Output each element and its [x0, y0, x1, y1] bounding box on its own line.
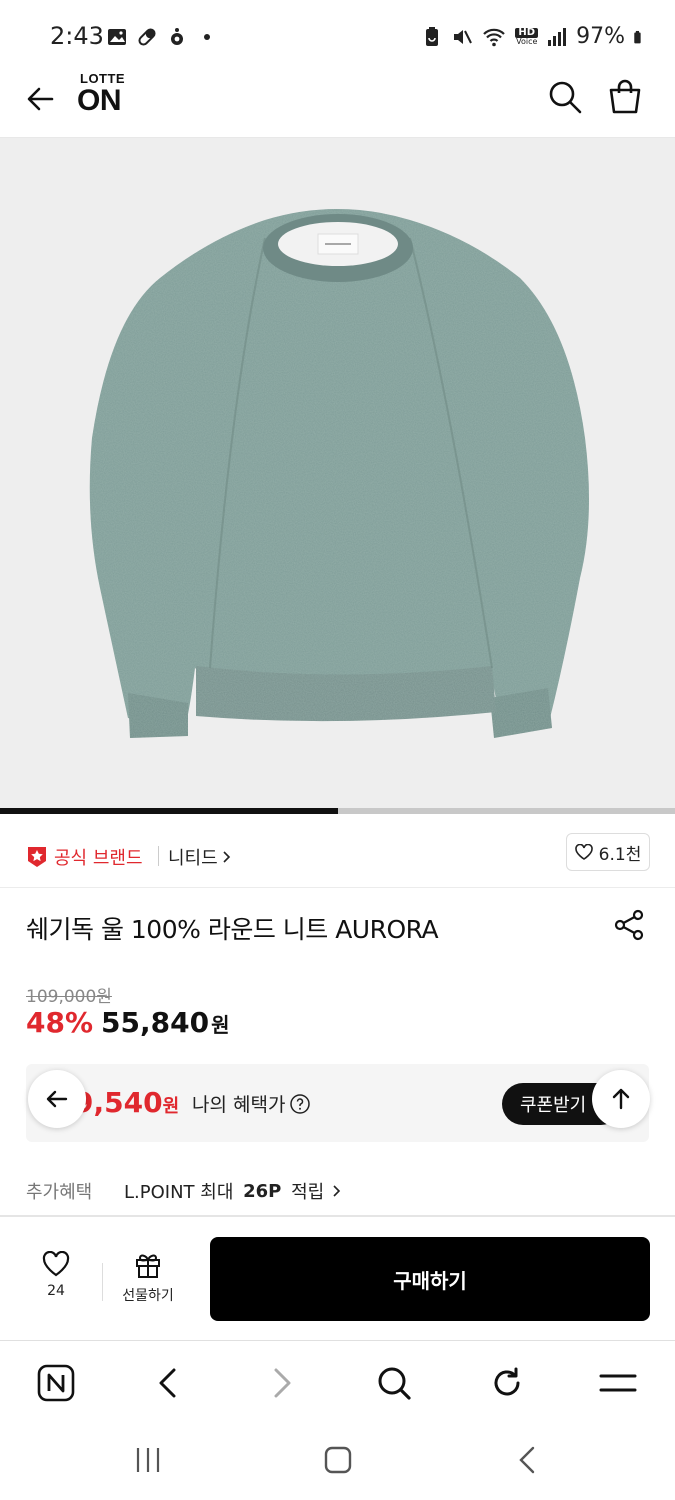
browser-toolbar [0, 1340, 675, 1424]
battery-icon [634, 30, 641, 43]
benefit-price: 9,540원 [74, 1086, 180, 1119]
system-back-icon[interactable] [512, 1444, 544, 1476]
official-star-icon [28, 847, 46, 867]
status-time: 2:43 [50, 22, 104, 50]
sweater-image [89, 209, 589, 738]
sale-price-unit: 원 [211, 1013, 230, 1037]
brand-like-button[interactable]: 6.1천 [566, 833, 650, 871]
browser-forward-icon[interactable] [262, 1363, 302, 1403]
app-header: LOTTE ON [0, 72, 675, 138]
purchase-bar: 24 선물하기 구매하기 [0, 1216, 675, 1340]
extra-benefit-label: 추가혜택 [26, 1182, 93, 1203]
chevron-right-icon [223, 851, 230, 863]
brand-link[interactable]: 니티드 [168, 844, 232, 870]
wishlist-count: 24 [47, 1283, 65, 1299]
gift-button[interactable]: 선물하기 [112, 1251, 184, 1311]
buy-button[interactable]: 구매하기 [210, 1237, 650, 1321]
extra-benefit-value: L.POINT 최대 26P 적립 [124, 1178, 342, 1204]
browser-back-icon[interactable] [148, 1363, 188, 1403]
brand-row: 공식 브랜드 니티드 6.1천 [0, 830, 675, 888]
heart-icon [42, 1250, 70, 1277]
home-icon[interactable] [322, 1444, 354, 1476]
brand-like-count: 6.1천 [598, 844, 642, 865]
benefit-box: 9,540원 나의 혜택가 쿠폰받기 [26, 1064, 649, 1142]
image-progress-bar [0, 808, 675, 814]
brand-name: 니티드 [168, 848, 218, 869]
back-arrow-icon[interactable] [22, 80, 60, 118]
pill-icon [138, 28, 156, 46]
official-brand-badge[interactable]: 공식 브랜드 [26, 844, 143, 870]
chevron-right-icon [333, 1185, 341, 1197]
battery-saver-icon [426, 26, 439, 46]
product-image[interactable] [0, 138, 675, 808]
shopping-bag-icon[interactable] [606, 78, 644, 116]
share-icon[interactable] [612, 908, 646, 942]
browser-menu-icon[interactable] [598, 1363, 638, 1403]
browser-refresh-icon[interactable] [487, 1363, 527, 1403]
recent-apps-icon[interactable] [132, 1444, 164, 1476]
original-price: 109,000원 [26, 987, 112, 1007]
hd-voice-icon: HD Voice [515, 26, 539, 46]
app-notification-icon [171, 28, 183, 45]
system-nav-bar [0, 1424, 675, 1500]
battery-percent: 97% [576, 24, 625, 49]
wifi-icon [483, 28, 506, 46]
brand-divider [158, 846, 159, 866]
image-progress-fill [0, 808, 338, 814]
naver-home-icon[interactable] [36, 1363, 76, 1403]
status-bar: 2:43 HD Voice 97% [0, 0, 675, 76]
browser-search-icon[interactable] [374, 1363, 414, 1403]
help-icon[interactable] [289, 1093, 311, 1115]
sale-price: 55,840 [101, 1006, 210, 1039]
mute-icon [454, 29, 473, 44]
gift-icon [136, 1254, 160, 1278]
floating-back-button[interactable] [28, 1070, 86, 1128]
purchase-bar-divider [102, 1263, 103, 1301]
search-icon[interactable] [546, 78, 584, 116]
benefit-label[interactable]: 나의 혜택가 [192, 1090, 311, 1117]
arrow-up-icon [612, 1088, 630, 1110]
product-title: 쉐기독 울 100% 라운드 니트 AURORA [26, 915, 439, 944]
signal-icon [548, 27, 567, 46]
heart-icon [574, 844, 593, 860]
scroll-top-button[interactable] [592, 1070, 650, 1128]
price-row: 48% 55,840 원 [26, 1006, 230, 1039]
gift-label: 선물하기 [122, 1288, 174, 1304]
official-brand-label: 공식 브랜드 [54, 848, 143, 869]
lotte-on-logo[interactable]: LOTTE ON [77, 72, 125, 116]
discount-rate: 48% [26, 1006, 94, 1039]
back-arrow-icon [46, 1090, 68, 1108]
gallery-icon [108, 29, 126, 45]
dot-icon [204, 34, 210, 40]
wishlist-button[interactable]: 24 [26, 1250, 86, 1311]
extra-benefit-row[interactable]: 추가혜택 L.POINT 최대 26P 적립 [26, 1178, 342, 1204]
